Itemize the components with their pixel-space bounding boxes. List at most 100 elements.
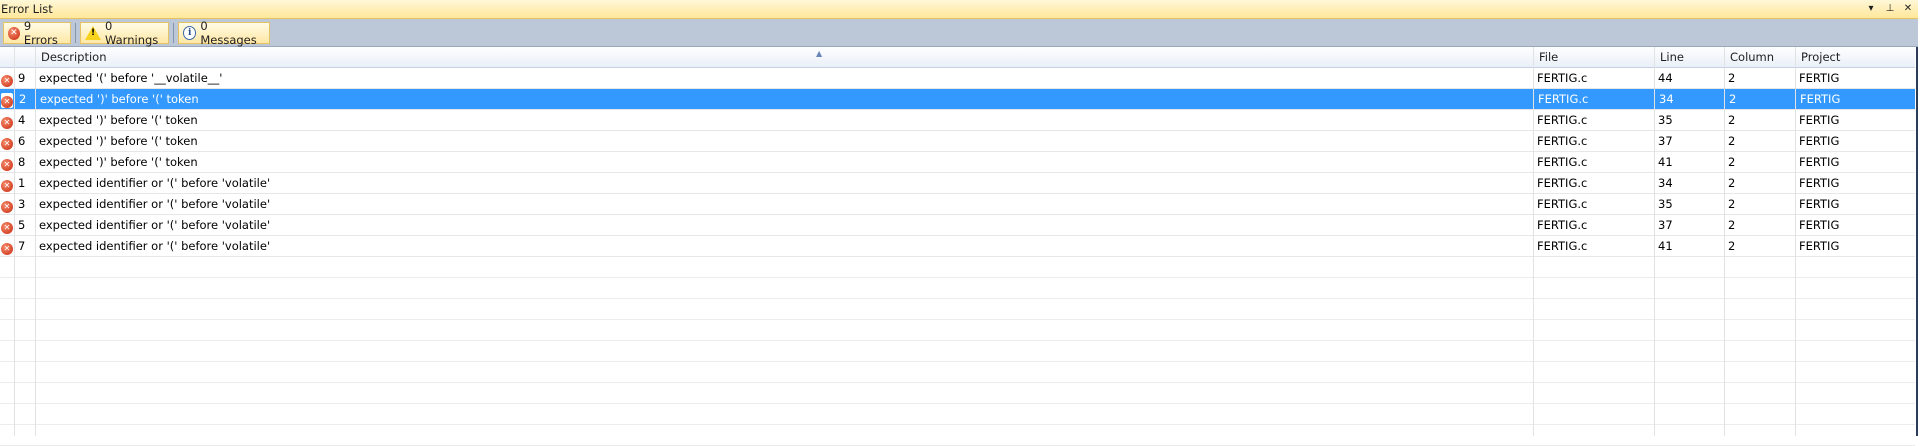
cell-file: FERTIG.c (1537, 134, 1588, 148)
close-icon[interactable]: ✕ (1901, 2, 1915, 16)
cell-num: 4 (18, 113, 26, 127)
error-icon: ✕ (1, 72, 13, 87)
cell-num: 2 (14, 89, 35, 109)
empty-row (0, 320, 1915, 341)
panel-title: Error List (1, 2, 53, 16)
error-list-panel: Error List ▾ ⊥ ✕ ✕ 9 Errors ! 0 Warnings… (0, 0, 1918, 446)
cell-line: 41 (1658, 155, 1673, 169)
cell-file: FERTIG.c (1537, 176, 1588, 190)
cell-description: expected identifier or '(' before 'volat… (39, 218, 271, 232)
column-header-file[interactable]: File (1533, 47, 1654, 68)
error-icon: ✕ (1, 198, 13, 213)
cell-file: FERTIG.c (1533, 89, 1654, 109)
column-header-row: Description ▲ File Line Column Project (0, 47, 1915, 68)
warnings-filter-button[interactable]: ! 0 Warnings (80, 19, 169, 47)
column-header-line[interactable]: Line (1654, 47, 1724, 68)
filter-toolbar: ✕ 9 Errors ! 0 Warnings i 0 Messages (0, 19, 1918, 47)
cell-line: 37 (1658, 218, 1673, 232)
column-divider (35, 47, 36, 436)
cell-description: expected ')' before '(' token (39, 134, 198, 148)
cell-project: FERTIG (1799, 239, 1840, 253)
table-row[interactable]: ✕ 9 expected '(' before '__volatile__' FERT… (0, 68, 1915, 89)
cell-column: 2 (1728, 239, 1736, 253)
column-divider (1795, 47, 1796, 436)
error-icon: ✕ (1, 219, 13, 234)
description-header-label: Description (41, 50, 107, 64)
error-icon: ✕ (1, 114, 13, 129)
cell-num: 5 (18, 218, 26, 232)
cell-num: 9 (18, 71, 26, 85)
empty-row (0, 362, 1915, 383)
table-row[interactable]: ✕ 8 expected ')' before '(' token FERTIG.c 4… (0, 152, 1915, 173)
error-table: ✕ 9 expected '(' before '__volatile__' FERT… (0, 68, 1915, 446)
cell-project: FERTIG (1799, 218, 1840, 232)
cell-description: expected identifier or '(' before 'volat… (39, 239, 271, 253)
cell-num: 1 (18, 176, 26, 190)
cell-file: FERTIG.c (1537, 113, 1588, 127)
error-icon: ✕ (1, 240, 13, 255)
error-icon: ✕ (1, 177, 13, 192)
column-header-project[interactable]: Project (1795, 47, 1915, 68)
column-header-description[interactable]: Description ▲ (35, 47, 1533, 68)
error-icon: ✕ (8, 26, 20, 40)
cell-line: 44 (1658, 71, 1673, 85)
cell-file: FERTIG.c (1537, 218, 1588, 232)
cell-description: expected identifier or '(' before 'volat… (39, 176, 271, 190)
error-icon: ✕ (1, 135, 13, 150)
cell-project: FERTIG (1799, 113, 1840, 127)
error-icon: ✕ (1, 93, 13, 108)
cell-file: FERTIG.c (1537, 197, 1588, 211)
table-row[interactable]: ✕ 3 expected identifier or '(' before 'vol… (0, 194, 1915, 215)
column-divider (1533, 47, 1534, 436)
cell-column: 2 (1728, 113, 1736, 127)
empty-row (0, 278, 1915, 299)
toolbar-separator (75, 23, 76, 43)
table-row[interactable]: ✕ 7 expected identifier or '(' before 'vol… (0, 236, 1915, 257)
cell-file: FERTIG.c (1537, 239, 1588, 253)
cell-description: expected ')' before '(' token (35, 89, 1533, 109)
sort-ascending-icon: ▲ (816, 49, 823, 58)
table-row[interactable]: ✕ 2 expected ')' before '(' token FERTIG.c 3… (0, 89, 1915, 110)
cell-column: 2 (1728, 197, 1736, 211)
cell-file: FERTIG.c (1537, 155, 1588, 169)
warnings-count-label: 0 Warnings (105, 19, 159, 47)
cell-line: 35 (1658, 113, 1673, 127)
toolbar-separator (173, 23, 174, 43)
cell-description: expected '(' before '__volatile__' (39, 71, 223, 85)
column-divider (1654, 47, 1655, 436)
cell-description: expected ')' before '(' token (39, 155, 198, 169)
column-divider (1724, 47, 1725, 436)
cell-column: 2 (1728, 155, 1736, 169)
table-row[interactable]: ✕ 4 expected ')' before '(' token FERTIG.c 3… (0, 110, 1915, 131)
cell-project: FERTIG (1799, 71, 1840, 85)
table-row[interactable]: ✕ 6 expected ')' before '(' token FERTIG.c 3… (0, 131, 1915, 152)
table-row[interactable]: ✕ 1 expected identifier or '(' before 'vol… (0, 173, 1915, 194)
cell-column: 2 (1728, 218, 1736, 232)
info-icon: i (183, 26, 197, 40)
cell-num: 3 (18, 197, 26, 211)
column-header-number[interactable] (14, 47, 35, 68)
empty-row (0, 341, 1915, 362)
table-row[interactable]: ✕ 5 expected identifier or '(' before 'vol… (0, 215, 1915, 236)
window-position-dropdown-icon[interactable]: ▾ (1864, 2, 1878, 16)
cell-line: 37 (1658, 134, 1673, 148)
empty-row (0, 299, 1915, 320)
cell-file: FERTIG.c (1537, 71, 1588, 85)
title-bar: Error List ▾ ⊥ ✕ (0, 0, 1918, 19)
cell-project: FERTIG (1799, 176, 1840, 190)
cell-project: FERTIG (1799, 197, 1840, 211)
empty-row (0, 257, 1915, 278)
cell-line: 41 (1658, 239, 1673, 253)
errors-filter-button[interactable]: ✕ 9 Errors (3, 19, 71, 47)
cell-num: 7 (18, 239, 26, 253)
column-header-icon[interactable] (0, 47, 14, 68)
cell-description: expected ')' before '(' token (39, 113, 198, 127)
messages-filter-button[interactable]: i 0 Messages (178, 19, 270, 47)
messages-count-label: 0 Messages (200, 19, 257, 47)
auto-hide-pin-icon[interactable]: ⊥ (1883, 2, 1897, 16)
column-header-column[interactable]: Column (1724, 47, 1795, 68)
cell-column: 2 (1728, 176, 1736, 190)
empty-row (0, 404, 1915, 425)
cell-line: 35 (1658, 197, 1673, 211)
cell-project: FERTIG (1799, 155, 1840, 169)
